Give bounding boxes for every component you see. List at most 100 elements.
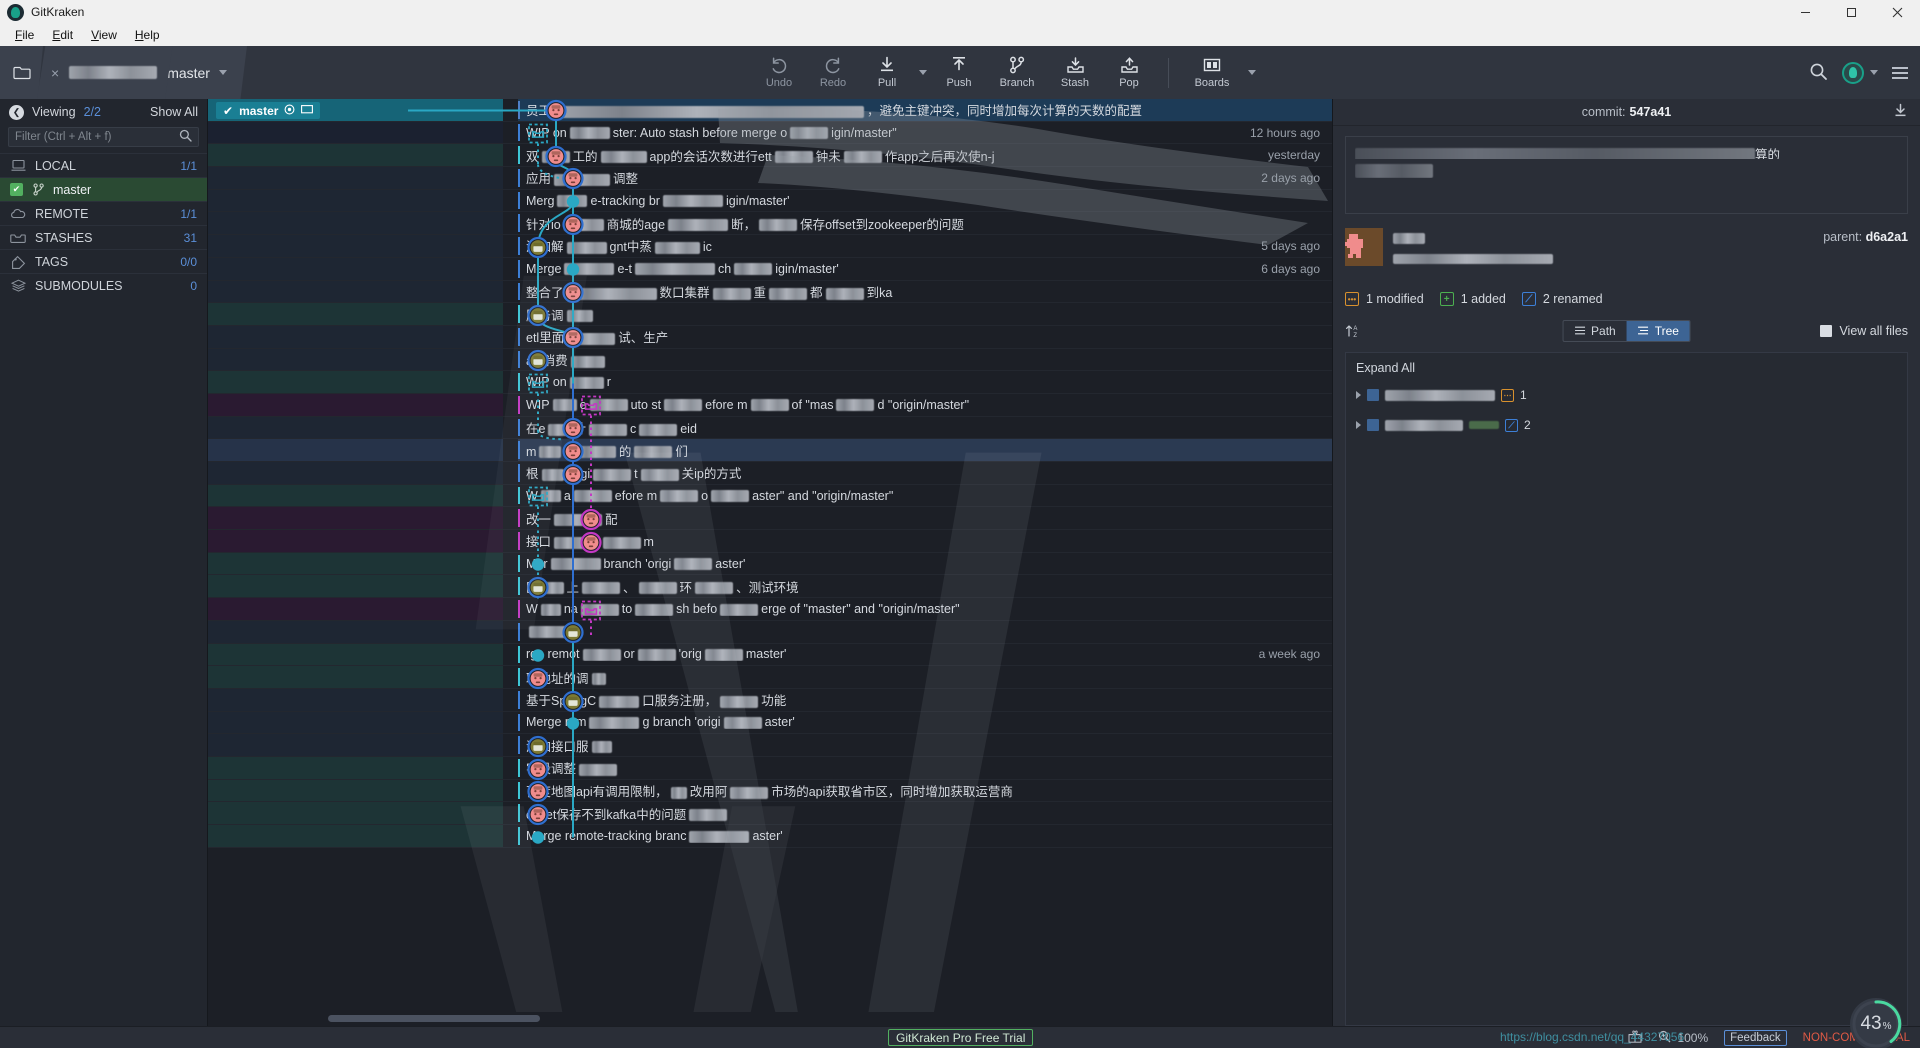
pop-button[interactable]: Pop [1102,46,1156,99]
commit-row[interactable]: 基于SpringC 口服务注册， 功能 [208,688,1332,712]
view-mode-toggle[interactable]: Path Tree [1562,320,1691,342]
menu-help[interactable]: Help [126,26,169,45]
tab-path-view[interactable]: Path [1563,321,1627,341]
tree-row[interactable]: ⋯ 1 [1356,385,1897,405]
sidebar-item-remote[interactable]: REMOTE 1/1 [0,201,207,225]
commit-row[interactable]: Wa efore m o aster" and "origin/master" [208,484,1332,508]
commit-graph-panel[interactable]: 员工 ，避免主键冲突，同时增加每次计算的天数的配置 WIP on ster: Auto… [208,99,1332,1026]
chevron-down-icon[interactable] [218,70,227,75]
redo-button[interactable]: Redo [806,46,860,99]
view-all-files-toggle[interactable]: View all files [1820,324,1908,338]
branch-button[interactable]: Branch [986,46,1048,99]
status-badge[interactable]: 43 % [1850,998,1902,1048]
commit-row[interactable]: Wna to sh befo erge of "master" and "origin… [208,598,1332,621]
menubar: FFileile Edit View Help [0,24,1920,46]
push-button[interactable]: Push [932,46,986,99]
hamburger-menu-icon[interactable] [1892,66,1908,79]
commit-row[interactable]: WIP on ster: Auto stash before merge o igi… [208,121,1332,145]
sidebar-item-local[interactable]: LOCAL 1/1 [0,153,207,177]
parent-label: parent: [1823,230,1863,244]
commit-row[interactable]: rge remot or'orig master' a week ago [208,643,1332,667]
commit-row[interactable]: Merge rem g branch 'origi aster' [208,711,1332,735]
sidebar-item-stashes[interactable]: STASHES 31 [0,225,207,249]
commit-row[interactable]: 区上、环、测试环境 [208,575,1332,599]
commit-row[interactable]: 百度地图api有调用限制， 改用阿 市场的api获取省市区，同时增加获取运营商 [208,779,1332,803]
commit-row[interactable]: Merge e-t ch igin/master' 6 days ago [208,257,1332,281]
sidebar-item-branch-master[interactable]: ✔ master [0,177,207,201]
tab-tree-view[interactable]: Tree [1626,321,1690,341]
commit-row[interactable]: Merge remote-tracking branc aster' [208,825,1332,848]
pull-button[interactable]: Pull [860,46,914,99]
chevron-left-icon[interactable]: ❮ [9,104,24,120]
commit-row[interactable]: etl里面 试、生产 [208,325,1332,349]
profile-menu[interactable] [1842,61,1878,84]
menu-edit[interactable]: Edit [43,26,82,45]
commit-row[interactable]: 字段调整 [208,756,1332,780]
close-icon[interactable] [1874,0,1920,24]
checkbox-icon[interactable] [1820,325,1833,337]
filter-input[interactable] [15,131,179,143]
blog-watermark: https://blog.csdn.net/qq_44327056 [1500,1030,1685,1044]
commit-row[interactable]: 针对io 商城的age 断， 保存offset到zookeeper的问题 [208,212,1332,236]
commit-row[interactable]: 双工的 app的会话次数进行ett 钟未 作app之后再次使n-j yesterday [208,144,1332,168]
commit-row[interactable]: Mer branch 'origi aster' [208,552,1332,576]
commit-row[interactable] [208,620,1332,644]
commit-row[interactable]: 接口即 m [208,530,1332,553]
show-all-button[interactable]: Show All [150,105,198,119]
feedback-button[interactable]: Feedback [1724,1029,1787,1046]
commit-message: Merge rem g branch 'origi aster' [526,715,795,730]
expand-all-button[interactable]: Expand All [1356,361,1897,375]
repo-tab[interactable]: × [37,46,176,99]
chevron-down-icon[interactable] [1870,70,1878,75]
commit-row[interactable]: 添加解 gnt中蒸 ic 5 days ago [208,235,1332,258]
search-icon[interactable] [1809,62,1828,84]
open-repo-button[interactable] [0,46,43,99]
sidebar-item-submodules[interactable]: SUBMODULES 0 [0,273,207,297]
trial-badge[interactable]: GitKraken Pro Free Trial [888,1029,1034,1046]
commit-row[interactable]: 应用 调整 2 days ago [208,167,1332,190]
menu-view[interactable]: View [82,26,126,45]
commit-row[interactable]: offset保存不到kafka中的问题 [208,802,1332,825]
branch-head-label[interactable]: ✔ master [216,102,321,119]
close-icon[interactable]: × [49,65,61,81]
search-icon[interactable] [179,129,192,145]
chevron-right-icon[interactable] [1356,391,1361,399]
commit-row[interactable]: 在e 计 c eid [208,416,1332,440]
file-tree[interactable]: Expand All ⋯ 1 ⟋ 2 [1345,352,1908,1026]
sidebar-item-count: 0 [190,278,197,293]
commit-message-box[interactable]: 算的 [1345,136,1908,214]
current-branch-selector[interactable]: master [165,46,247,99]
commit-row[interactable]: WIP on r [208,371,1332,394]
menu-file[interactable]: FFileile [6,26,43,45]
row-lane-background [208,734,503,756]
stash-button[interactable]: Stash [1048,46,1102,99]
toolbar-label: Undo [765,77,793,89]
commit-row[interactable]: 员工 ，避免主键冲突，同时增加每次计算的天数的配置 [208,99,1332,122]
commit-row[interactable]: 取地址的调 [208,666,1332,689]
boards-button[interactable]: Boards [1181,46,1243,99]
commit-row[interactable]: api消费 [208,348,1332,372]
boards-options-chevron-down-icon[interactable] [1243,46,1261,99]
message-redacted [557,195,588,208]
maximize-icon[interactable] [1828,0,1874,24]
minimize-icon[interactable] [1782,0,1828,24]
chevron-right-icon[interactable] [1356,421,1361,429]
horizontal-scrollbar[interactable] [328,1015,540,1022]
undo-button[interactable]: Undo [752,46,806,99]
download-icon[interactable] [1893,103,1908,121]
pull-options-chevron-down-icon[interactable] [914,46,932,99]
tree-row[interactable]: ⟋ 2 [1356,415,1897,435]
commit-row[interactable]: 根 ongi t 关ip的方式 [208,462,1332,485]
commit-row[interactable]: 添加接口服 [208,734,1332,757]
sidebar-filter[interactable] [8,127,199,147]
commit-row[interactable]: WIP e uto st efore m of "mas d "origin/master… [208,393,1332,417]
row-lane-bar [518,237,520,255]
commit-row[interactable]: Merg e-tracking br igin/master' [208,189,1332,213]
sidebar-item-tags[interactable]: TAGS 0/0 [0,249,207,273]
commit-row[interactable]: 整合了 数口集群重都到ka [208,280,1332,304]
commit-row[interactable]: m Jr 的们 [208,439,1332,462]
commit-row[interactable]: 服务调 [208,303,1332,326]
sort-az-icon[interactable]: AZ [1345,323,1361,339]
view-all-files-label: View all files [1839,324,1908,338]
commit-row[interactable]: 改一配 [208,507,1332,531]
